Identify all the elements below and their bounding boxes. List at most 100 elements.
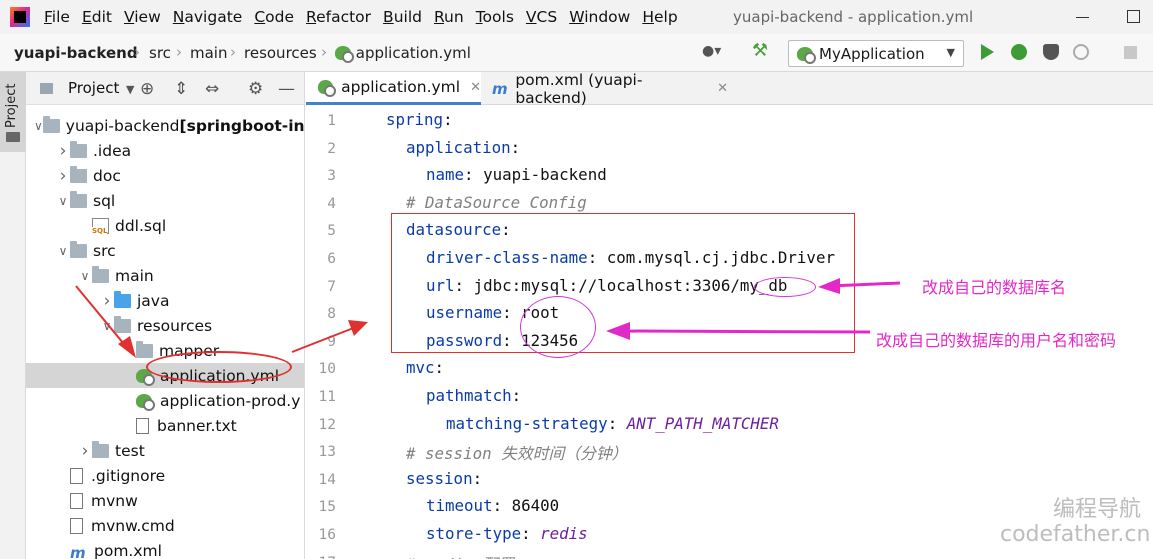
profiler-icon[interactable] xyxy=(1073,44,1089,60)
menu-build[interactable]: Build xyxy=(383,8,422,26)
run-configuration-select[interactable]: MyApplication ▼ xyxy=(788,40,964,67)
menu-view[interactable]: View xyxy=(124,8,161,26)
credentials-highlight-ellipse xyxy=(520,296,596,358)
yaml-colon: : xyxy=(607,413,618,433)
tree-item[interactable]: › doc xyxy=(26,163,304,188)
tab-label: pom.xml (yuapi-backend) xyxy=(515,70,643,107)
line-number: 8 xyxy=(327,306,336,323)
tree-item-label: java xyxy=(137,291,170,310)
chevron-down-icon: ▼ xyxy=(946,46,955,59)
chevron-right-icon[interactable]: › xyxy=(78,441,92,461)
tree-item[interactable]: ddl.sql xyxy=(26,213,304,238)
build-hammer-icon[interactable]: ⚒ xyxy=(752,40,768,61)
chevron-down-icon[interactable]: ∨ xyxy=(78,269,92,283)
yaml-key: matching-strategy xyxy=(446,413,608,433)
tree-item[interactable]: banner.txt xyxy=(26,413,304,438)
chevron-down-icon[interactable]: ∨ xyxy=(56,244,70,258)
debug-bug-icon[interactable] xyxy=(1011,44,1027,60)
project-view-select[interactable]: Project xyxy=(68,79,119,97)
gear-icon[interactable]: ⚙ xyxy=(248,79,263,99)
menu-file[interactable]: File xyxy=(44,8,70,26)
code-line: session: xyxy=(386,469,482,497)
stop-icon[interactable] xyxy=(1124,46,1137,59)
hide-panel-icon[interactable]: — xyxy=(278,79,295,99)
menu-refactor[interactable]: Refactor xyxy=(306,8,371,26)
chevron-down-icon[interactable]: ▼ xyxy=(126,83,134,96)
folder-icon xyxy=(92,265,109,283)
watermark-title: 编程导航 xyxy=(1053,497,1142,522)
code-comment: # DataSource Config xyxy=(406,192,587,212)
close-tab-icon[interactable]: ✕ xyxy=(470,80,481,95)
menu-bar: File Edit View Navigate Code Refactor Bu… xyxy=(0,0,1153,34)
tree-item[interactable]: application-prod.y xyxy=(26,388,304,413)
breadcrumb-resources[interactable]: resources xyxy=(244,44,317,62)
yaml-key: session xyxy=(406,468,473,488)
line-number: 12 xyxy=(318,416,336,433)
tree-item[interactable]: ∨ sql xyxy=(26,188,304,213)
code-line: # redis 配置 xyxy=(386,552,514,559)
user-account-icon[interactable]: ●▾ xyxy=(702,43,721,59)
yaml-enum-value: redis xyxy=(530,524,588,543)
code-line: mvc: xyxy=(386,358,444,386)
file-highlight-ellipse xyxy=(146,351,292,383)
project-panel: Project ▼ ⊕ ⇕ ⇔ ⚙ — ∨ yuapi-backend [spri… xyxy=(26,72,305,559)
code-line: spring: xyxy=(386,110,453,138)
line-number: 16 xyxy=(318,527,336,543)
chevron-down-icon[interactable]: ∨ xyxy=(56,194,70,208)
tree-item[interactable]: .gitignore xyxy=(26,463,304,488)
chevron-right-icon[interactable]: › xyxy=(56,166,70,186)
tree-item[interactable]: mvnw xyxy=(26,488,304,513)
tab-application-yml[interactable]: application.yml ✕ xyxy=(306,72,481,105)
yaml-key: name xyxy=(426,165,465,185)
folder-icon xyxy=(70,190,87,208)
menu-tools[interactable]: Tools xyxy=(476,8,514,26)
menu-code[interactable]: Code xyxy=(254,8,294,26)
module-folder-icon xyxy=(42,115,60,133)
project-tool-tab[interactable]: Project xyxy=(0,72,26,152)
run-play-icon[interactable] xyxy=(981,44,994,60)
run-with-coverage-icon[interactable] xyxy=(1043,44,1059,60)
tree-item[interactable]: ∨ src xyxy=(26,238,304,263)
expand-all-icon[interactable]: ⇕ xyxy=(174,79,188,99)
menu-help[interactable]: Help xyxy=(642,8,677,26)
tree-item[interactable]: ∨ main xyxy=(26,263,304,288)
breadcrumb-main[interactable]: main xyxy=(190,44,227,62)
code-line: name: yuapi-backend xyxy=(386,165,607,193)
chevron-right-icon[interactable]: › xyxy=(100,291,114,311)
breadcrumb-src[interactable]: src xyxy=(149,44,171,62)
menu-navigate[interactable]: Navigate xyxy=(173,8,243,26)
tree-item[interactable]: › test xyxy=(26,438,304,463)
close-tab-icon[interactable]: ✕ xyxy=(717,81,728,96)
tree-item[interactable]: ∨ yuapi-backend [springboot-ini xyxy=(26,113,304,138)
chevron-down-icon[interactable]: ∨ xyxy=(100,319,114,333)
tab-pom-xml[interactable]: m pom.xml (yuapi-backend) ✕ xyxy=(488,70,728,107)
sql-file-icon xyxy=(92,217,109,235)
chevron-right-icon[interactable]: › xyxy=(56,141,70,161)
locate-target-icon[interactable]: ⊕ xyxy=(140,79,154,99)
tree-item[interactable]: ∨ resources xyxy=(26,313,304,338)
menu-edit[interactable]: Edit xyxy=(82,8,112,26)
tree-item[interactable]: › .idea xyxy=(26,138,304,163)
menu-window[interactable]: Window xyxy=(569,8,630,26)
chevron-down-icon[interactable]: ∨ xyxy=(34,119,43,133)
breadcrumb-project[interactable]: yuapi-backend xyxy=(14,44,138,62)
project-panel-header: Project ▼ ⊕ ⇕ ⇔ ⚙ — xyxy=(26,72,304,105)
menu-vcs[interactable]: VCS xyxy=(526,8,557,26)
maximize-window-icon[interactable] xyxy=(1127,10,1140,23)
tree-item[interactable]: mvnw.cmd xyxy=(26,513,304,538)
tree-item-label: doc xyxy=(93,166,121,185)
tree-item-label: resources xyxy=(137,316,213,335)
file-icon xyxy=(136,417,149,434)
minimize-window-icon[interactable] xyxy=(1076,17,1089,18)
menu-run[interactable]: Run xyxy=(434,8,464,26)
source-folder-icon xyxy=(114,290,131,308)
tree-item-label: main xyxy=(115,266,154,285)
tree-item[interactable]: › java xyxy=(26,288,304,313)
yaml-colon: : xyxy=(443,110,453,129)
maven-icon: m xyxy=(70,543,86,559)
tree-item[interactable]: m pom.xml xyxy=(26,538,304,559)
line-number: 1 xyxy=(327,113,336,129)
left-tool-strip: Project xyxy=(0,72,26,559)
breadcrumb-file[interactable]: application.yml xyxy=(335,44,471,63)
collapse-all-icon[interactable]: ⇔ xyxy=(205,79,219,99)
